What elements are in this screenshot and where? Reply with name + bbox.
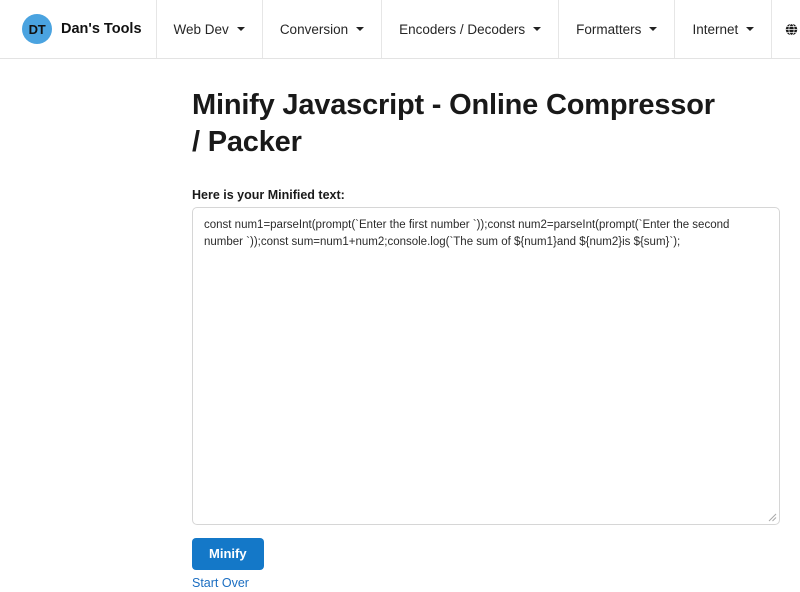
chevron-down-icon (236, 27, 245, 31)
page-title: Minify Javascript - Online Compressor / … (192, 89, 715, 159)
nav-item-label: Conversion (279, 21, 349, 37)
nav-item-encoders-decoders[interactable]: Encoders / Decoders (382, 0, 560, 58)
brand-home-link[interactable]: DT Dan's Tools (0, 0, 157, 58)
brand-name: Dan's Tools (61, 21, 142, 37)
nav-item-label: Internet (692, 21, 739, 37)
nav-item-label: Encoders / Decoders (399, 21, 526, 37)
chevron-down-icon (356, 27, 365, 31)
minified-code-text: const num1=parseInt(prompt(`Enter the fi… (204, 219, 733, 249)
textarea-resize-handle[interactable] (765, 510, 777, 522)
globe-icon (786, 22, 798, 36)
chevron-down-icon (649, 27, 658, 31)
page-content: Minify Javascript - Online Compressor / … (0, 59, 800, 592)
nav-item-label: Formatters (576, 21, 642, 37)
form-actions: Minify (192, 538, 780, 570)
nav-item-conversion[interactable]: Conversion (263, 0, 383, 58)
nav-item-internet[interactable]: Internet (675, 0, 773, 58)
minify-button[interactable]: Minify (192, 538, 264, 570)
minify-form: Here is your Minified text: const num1=p… (192, 188, 780, 592)
nav-item-label: Web Dev (173, 21, 229, 37)
logo-initials: DT (28, 21, 46, 37)
start-over-link[interactable]: Start Over (192, 576, 249, 590)
minified-text-label: Here is your Minified text: (192, 188, 345, 203)
nav-item-language[interactable]: English (772, 0, 800, 58)
chevron-down-icon (746, 27, 755, 31)
chevron-down-icon (533, 27, 542, 31)
top-navbar: DT Dan's Tools Web Dev Conversion Encode… (0, 0, 800, 59)
minified-text-output[interactable]: const num1=parseInt(prompt(`Enter the fi… (192, 207, 780, 526)
nav-item-web-dev[interactable]: Web Dev (157, 0, 263, 58)
dans-tools-logo-icon: DT (22, 14, 52, 44)
nav-item-formatters[interactable]: Formatters (559, 0, 676, 58)
